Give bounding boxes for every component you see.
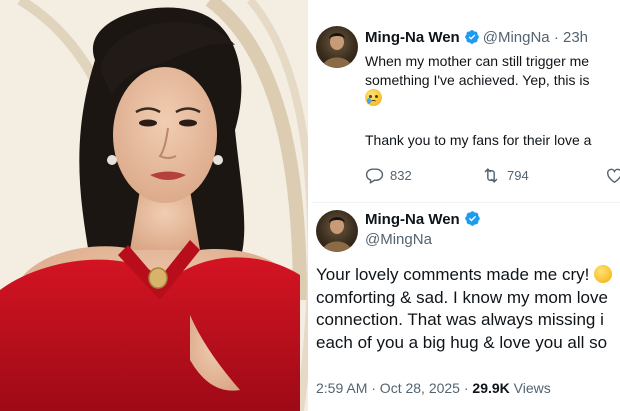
tweet-text-line: each of you a big hug & love you all so	[316, 332, 608, 352]
tweet-text-line: Thank you to my fans for their love a	[365, 132, 592, 148]
display-name[interactable]: Ming-Na Wen	[365, 29, 460, 46]
views-count: 29.9K	[472, 380, 510, 396]
like-button[interactable]	[605, 166, 620, 185]
avatar[interactable]	[316, 210, 358, 252]
avatar[interactable]	[316, 26, 358, 68]
tweet-time[interactable]: · 23h	[554, 29, 588, 46]
reply-count: 832	[390, 168, 412, 183]
tweet-text-segment: Your lovely comments made me cry!	[316, 265, 590, 284]
tweet-timestamp[interactable]: 2:59 AM · Oct 28, 2025 ·	[316, 380, 469, 396]
tweet-emoji-line	[365, 89, 620, 108]
tweet-text-line: comforting & sad. I know my mom love	[316, 287, 608, 307]
tweet-meta: 2:59 AM · Oct 28, 2025 · 29.9K Views	[316, 380, 551, 396]
tweet-header: Ming-Na Wen @MingNa · 23h	[365, 29, 588, 50]
crying-face-emoji-icon	[365, 89, 382, 106]
user-handle[interactable]: @MingNa	[483, 29, 550, 46]
heart-icon	[607, 168, 620, 184]
laughing-face-emoji-icon	[594, 265, 613, 283]
tweet-text: Your lovely comments made me cry! comfor…	[316, 264, 620, 354]
avatar-illustration	[322, 217, 352, 252]
retweet-icon	[484, 168, 498, 183]
verified-badge-icon	[464, 29, 480, 50]
photo-illustration	[0, 0, 308, 411]
reply-icon	[365, 168, 384, 184]
views-label: Views	[513, 380, 551, 396]
retweet-count: 794	[507, 168, 529, 183]
tweet-text: When my mother can still trigger me some…	[365, 52, 620, 108]
avatar-illustration	[322, 33, 352, 68]
tweet-text-line: Your lovely comments made me cry!	[316, 264, 620, 287]
tweet-panel: Ming-Na Wen @MingNa · 23h When my mother …	[312, 0, 620, 411]
display-name[interactable]: Ming-Na Wen	[365, 210, 484, 231]
reply-button[interactable]: 832	[365, 166, 412, 185]
display-name-text: Ming-Na Wen	[365, 211, 460, 228]
tweet-text-line: something I've achieved. Yep, this is	[365, 71, 590, 88]
tweet-text-line: connection. That was always missing i	[316, 310, 604, 329]
verified-badge-icon	[464, 210, 481, 231]
tweet-separator	[312, 202, 620, 203]
user-handle[interactable]: @MingNa	[365, 231, 432, 248]
profile-photo	[0, 0, 308, 411]
retweet-button[interactable]: 794	[481, 166, 529, 185]
tweet-text-line: When my mother can still trigger me	[365, 53, 590, 69]
